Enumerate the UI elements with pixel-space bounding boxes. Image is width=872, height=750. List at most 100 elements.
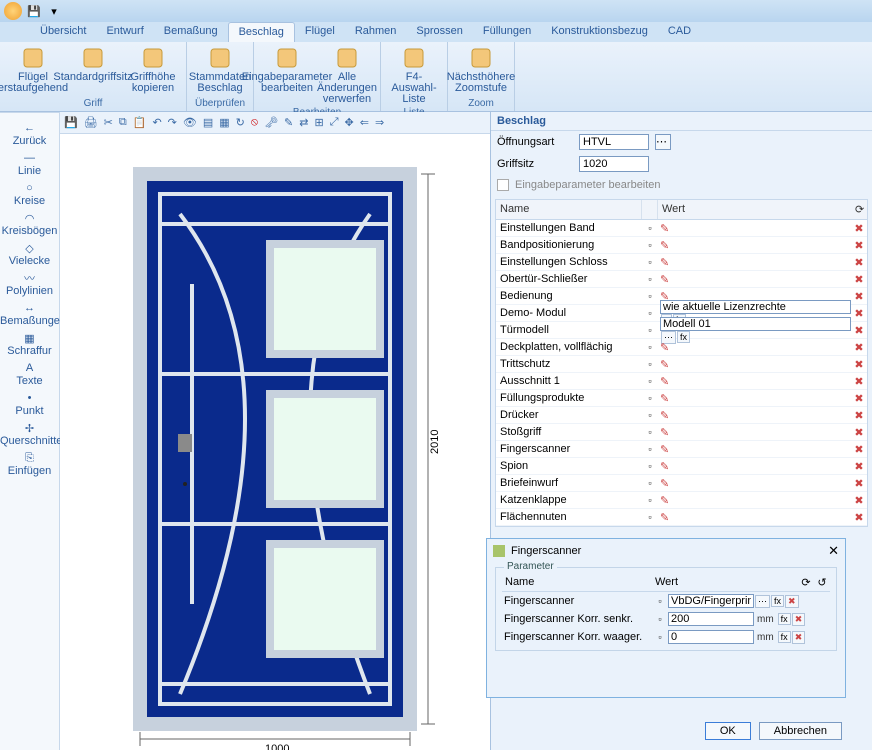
- grid-row[interactable]: Deckplatten, vollflächig▫✎✖: [496, 339, 867, 356]
- lookup-icon[interactable]: ⋯: [755, 595, 770, 608]
- tab-rahmen[interactable]: Rahmen: [345, 22, 407, 42]
- row-action-icon[interactable]: ✖: [851, 511, 867, 524]
- grid-row[interactable]: Füllungsprodukte▫✎✖: [496, 390, 867, 407]
- grid-header-refresh-icon[interactable]: ⟳: [851, 200, 867, 219]
- popup-header-wert[interactable]: Wert: [652, 574, 798, 591]
- tab-entwurf[interactable]: Entwurf: [96, 22, 153, 42]
- row-action-icon[interactable]: ✖: [851, 222, 867, 235]
- oeffnungsart-input[interactable]: [579, 134, 649, 150]
- popup-wert-input[interactable]: [668, 630, 754, 644]
- cancel-button[interactable]: Abbrechen: [759, 722, 842, 740]
- popup-row[interactable]: Fingerscanner▫⋯fx✖: [502, 592, 830, 610]
- row-action-icon[interactable]: ✖: [851, 290, 867, 303]
- ep-checkbox[interactable]: [497, 179, 509, 191]
- grid-row[interactable]: Obertür-Schließer▫✎✖: [496, 271, 867, 288]
- row-action-icon[interactable]: ✖: [851, 426, 867, 439]
- canvas[interactable]: 1000 2010: [60, 134, 490, 750]
- save-icon[interactable]: 💾: [64, 116, 78, 129]
- tab-übersicht[interactable]: Übersicht: [30, 22, 96, 42]
- palette-linie[interactable]: —Linie: [0, 151, 59, 177]
- tool4-icon[interactable]: ⊞: [314, 116, 323, 129]
- grid-icon[interactable]: ▦: [219, 116, 229, 129]
- grid-row[interactable]: Einstellungen Band▫✎✖: [496, 220, 867, 237]
- palette-bemassungen[interactable]: ↔Bemaßungen: [0, 301, 59, 327]
- alle-aenderungen-verwerfen[interactable]: Alle Änderungenverwerfen: [318, 44, 376, 107]
- copy-icon[interactable]: ⧉: [119, 116, 127, 129]
- tab-beschlag[interactable]: Beschlag: [228, 22, 295, 42]
- tab-cad[interactable]: CAD: [658, 22, 701, 42]
- row-action-icon[interactable]: ✖: [851, 392, 867, 405]
- refresh-icon[interactable]: ↻: [236, 116, 245, 129]
- next-icon[interactable]: ⇒: [375, 116, 384, 129]
- fx-button[interactable]: fx: [778, 613, 791, 625]
- paste-icon[interactable]: 📋: [133, 116, 147, 129]
- palette-querschnitte[interactable]: ✢Querschnitte: [0, 421, 59, 447]
- tab-flügel[interactable]: Flügel: [295, 22, 345, 42]
- row-action-icon[interactable]: ✖: [851, 409, 867, 422]
- pan-icon[interactable]: ✥: [345, 116, 354, 129]
- oeffnungsart-lookup-button[interactable]: ⋯: [655, 134, 671, 150]
- palette-texte[interactable]: ATexte: [0, 361, 59, 387]
- grid-row[interactable]: Katzenklappe▫✎✖: [496, 492, 867, 509]
- palette-schraffur[interactable]: ▦Schraffur: [0, 331, 59, 357]
- row-action-icon[interactable]: ✖: [851, 460, 867, 473]
- tab-füllungen[interactable]: Füllungen: [473, 22, 541, 42]
- grid-row[interactable]: Briefeinwurf▫✎✖: [496, 475, 867, 492]
- reset-icon[interactable]: ✖: [792, 613, 806, 626]
- palette-einfuegen[interactable]: ⎘Einfügen: [0, 451, 59, 477]
- cut-icon[interactable]: ✂: [104, 116, 113, 129]
- row-action-icon[interactable]: ✖: [851, 256, 867, 269]
- palette-vielecke[interactable]: ◇Vielecke: [0, 241, 59, 267]
- popup-row[interactable]: Fingerscanner Korr. waager.▫mmfx✖: [502, 628, 830, 646]
- qat-save[interactable]: 💾: [26, 3, 42, 19]
- qat-dropdown[interactable]: ▾: [46, 3, 62, 19]
- popup-wert-input[interactable]: [668, 612, 754, 626]
- palette-kreise[interactable]: ○Kreise: [0, 181, 59, 207]
- grid-row[interactable]: Flächennuten▫✎✖: [496, 509, 867, 526]
- undo-icon[interactable]: ↶: [152, 116, 161, 129]
- fx-button[interactable]: fx: [771, 595, 784, 607]
- row-action-icon[interactable]: ✖: [851, 375, 867, 388]
- grid-row[interactable]: Ausschnitt 1▫✎✖: [496, 373, 867, 390]
- tab-sprossen[interactable]: Sprossen: [406, 22, 472, 42]
- eingabeparameter-bearbeiten[interactable]: Eingabeparameterbearbeiten: [258, 44, 316, 107]
- row-action-icon[interactable]: ✖: [851, 443, 867, 456]
- tool2-icon[interactable]: ✎: [284, 116, 293, 129]
- grid-row[interactable]: Türmodell▫⋯fx✖: [496, 322, 867, 339]
- tool1-icon[interactable]: 🗝: [264, 116, 278, 129]
- griffsitz-input[interactable]: [579, 156, 649, 172]
- row-action-icon[interactable]: ✖: [851, 341, 867, 354]
- reset-icon[interactable]: ✖: [792, 631, 806, 644]
- row-action-icon[interactable]: ✖: [851, 307, 867, 320]
- palette-punkt[interactable]: •Punkt: [0, 391, 59, 417]
- row-action-icon[interactable]: ✖: [851, 239, 867, 252]
- tab-bemaßung[interactable]: Bemaßung: [154, 22, 228, 42]
- popup-header-refresh-icon[interactable]: ⟳: [798, 574, 814, 591]
- grid-row[interactable]: Drücker▫✎✖: [496, 407, 867, 424]
- row-action-icon[interactable]: ✖: [851, 324, 867, 337]
- grid-row[interactable]: Trittschutz▫✎✖: [496, 356, 867, 373]
- stammdaten-beschlag[interactable]: StammdatenBeschlag: [191, 44, 249, 98]
- grid-row[interactable]: Bandpositionierung▫✎✖: [496, 237, 867, 254]
- grid-row[interactable]: Spion▫✎✖: [496, 458, 867, 475]
- griffhoehe-kopieren[interactable]: Griffhöhekopieren: [124, 44, 182, 98]
- row-action-icon[interactable]: ✖: [851, 494, 867, 507]
- wert-input[interactable]: [660, 300, 851, 314]
- zoomstufe[interactable]: NächsthöhereZoomstufe: [452, 44, 510, 98]
- grid-row[interactable]: Einstellungen Schloss▫✎✖: [496, 254, 867, 271]
- redo-icon[interactable]: ↷: [168, 116, 177, 129]
- palette-kreisboegen[interactable]: ◠Kreisbögen: [0, 211, 59, 237]
- reset-icon[interactable]: ✖: [785, 595, 799, 608]
- grid-header-wert[interactable]: Wert: [658, 200, 851, 219]
- row-action-icon[interactable]: ✖: [851, 273, 867, 286]
- app-menu-button[interactable]: [4, 2, 22, 20]
- popup-header-name[interactable]: Name: [502, 574, 652, 591]
- grid-row[interactable]: Fingerscanner▫✎✖: [496, 441, 867, 458]
- zoom-extents-icon[interactable]: ⤢: [330, 116, 339, 129]
- cancel-icon[interactable]: ⦸: [251, 116, 258, 129]
- fx-button[interactable]: fx: [778, 631, 791, 643]
- standardgriffsitz[interactable]: Standardgriffsitz: [64, 44, 122, 98]
- tab-konstruktionsbezug[interactable]: Konstruktionsbezug: [541, 22, 658, 42]
- row-action-icon[interactable]: ✖: [851, 358, 867, 371]
- grid-row[interactable]: Stoßgriff▫✎✖: [496, 424, 867, 441]
